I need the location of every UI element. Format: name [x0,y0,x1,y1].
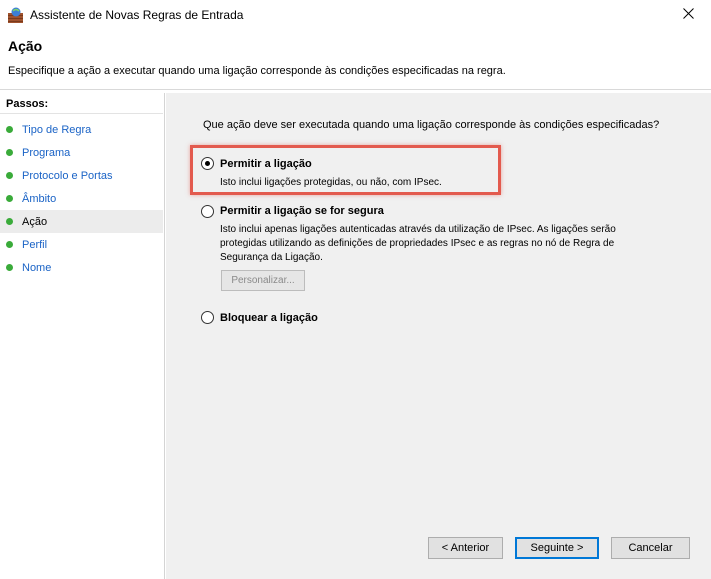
allow-secure-connection-label[interactable]: Permitir a ligação se for segura [220,205,384,217]
sidebar-item-label: Ação [22,215,48,228]
step-bullet-icon [6,149,13,156]
sidebar-item-ambito[interactable]: Âmbito [0,187,163,210]
steps-sidebar: Passos: Tipo de Regra Programa Protocolo… [0,93,163,579]
wizard-header: Ação Especifique a ação a executar quand… [0,30,711,90]
block-connection-label[interactable]: Bloquear a ligação [220,312,318,324]
sidebar-item-nome[interactable]: Nome [0,256,163,279]
sidebar-item-label: Programa [22,146,71,159]
action-question: Que ação deve ser executada quando uma l… [203,119,660,131]
sidebar-item-label: Perfil [22,238,48,251]
sidebar-item-label: Nome [22,261,52,274]
step-bullet-icon [6,218,13,225]
close-icon[interactable] [682,8,694,22]
allow-secure-connection-description: Isto inclui apenas ligações autenticadas… [220,224,616,263]
sidebar-item-label: Âmbito [22,192,57,205]
step-bullet-icon [6,241,13,248]
sidebar-item-label: Tipo de Regra [22,123,92,136]
header-divider [0,89,711,90]
sidebar-item-acao[interactable]: Ação [0,210,163,233]
close-button[interactable] [665,0,711,30]
step-bullet-icon [6,264,13,271]
step-bullet-icon [6,172,13,179]
page-subtitle: Especifique a ação a executar quando uma… [8,65,506,77]
allow-connection-description: Isto inclui ligações protegidas, ou não,… [220,177,442,188]
sidebar-item-perfil[interactable]: Perfil [0,233,163,256]
window-title: Assistente de Novas Regras de Entrada [30,8,244,22]
customize-button[interactable]: Personalizar... [221,270,305,291]
cancel-button[interactable]: Cancelar [611,537,690,559]
sidebar-item-tipo-de-regra[interactable]: Tipo de Regra [0,118,163,141]
action-panel: Que ação deve ser executada quando uma l… [166,93,711,579]
firewall-icon [7,7,24,24]
steps-divider [0,113,163,114]
steps-title: Passos: [6,98,49,110]
allow-connection-label[interactable]: Permitir a ligação [220,158,312,170]
title-bar: Assistente de Novas Regras de Entrada [0,0,711,30]
sidebar-divider [164,93,165,579]
allow-secure-connection-radio[interactable] [201,205,214,218]
sidebar-item-programa[interactable]: Programa [0,141,163,164]
block-connection-radio[interactable] [201,311,214,324]
sidebar-item-protocolo-e-portas[interactable]: Protocolo e Portas [0,164,163,187]
allow-connection-radio[interactable] [201,157,214,170]
step-bullet-icon [6,195,13,202]
page-title: Ação [8,38,43,54]
back-button[interactable]: < Anterior [428,537,503,559]
step-bullet-icon [6,126,13,133]
sidebar-item-label: Protocolo e Portas [22,169,113,182]
next-button[interactable]: Seguinte > [515,537,599,559]
